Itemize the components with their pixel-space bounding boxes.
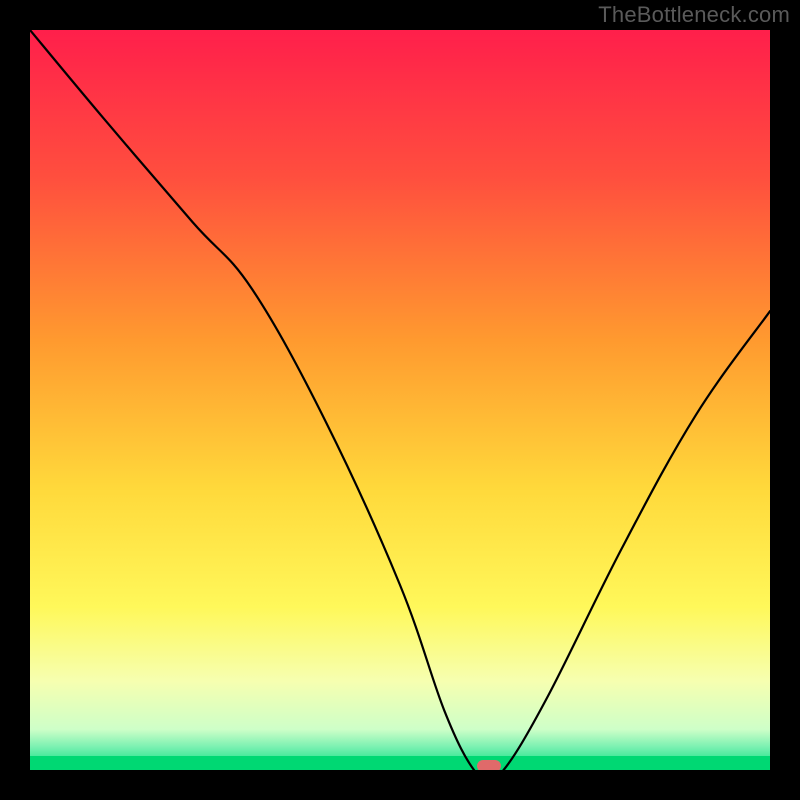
watermark-text: TheBottleneck.com bbox=[598, 2, 790, 28]
plot-area bbox=[30, 30, 770, 770]
chart-container: TheBottleneck.com bbox=[0, 0, 800, 800]
optimal-point-marker bbox=[477, 760, 501, 770]
bottleneck-curve bbox=[30, 30, 770, 770]
